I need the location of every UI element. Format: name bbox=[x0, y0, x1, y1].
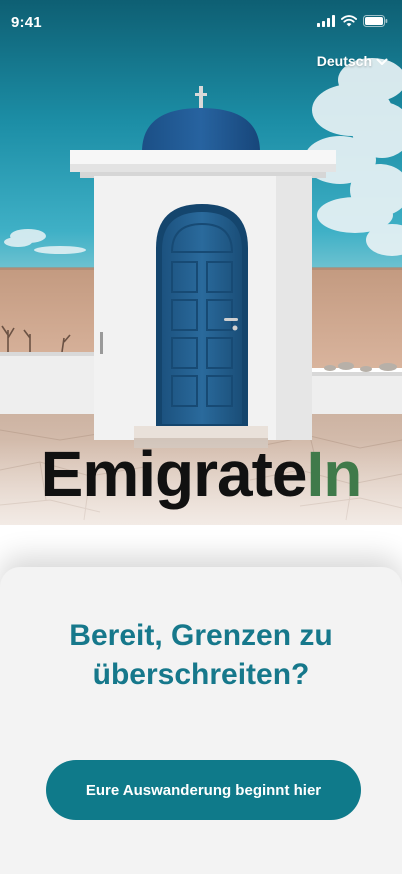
headline-line-1: Bereit, Grenzen zu bbox=[69, 619, 333, 652]
logo-wordmark-main: Emigrate bbox=[40, 438, 308, 510]
app-logo: EmigrateIn bbox=[0, 438, 402, 510]
headline-line-2: überschreiten? bbox=[92, 658, 310, 691]
status-icons bbox=[317, 15, 388, 27]
status-bar: 9:41 bbox=[0, 0, 402, 44]
wifi-icon bbox=[341, 15, 357, 27]
language-selected-label: Deutsch bbox=[316, 53, 372, 69]
welcome-headline: Bereit, Grenzen zu überschreiten? bbox=[24, 616, 378, 694]
start-emigration-button[interactable]: Eure Auswanderung beginnt hier bbox=[46, 760, 361, 820]
language-selector[interactable]: Deutsch bbox=[317, 53, 388, 69]
logo-wordmark-accent: In bbox=[306, 438, 363, 510]
cellular-signal-icon bbox=[317, 15, 335, 27]
battery-icon bbox=[363, 15, 388, 27]
welcome-screen: 9:41 Deutsch EmigrateIn Bereit, Grenzen … bbox=[0, 0, 402, 874]
chevron-down-icon bbox=[376, 58, 388, 66]
status-time: 9:41 bbox=[11, 14, 42, 31]
welcome-sheet: Bereit, Grenzen zu überschreiten? Eure A… bbox=[0, 567, 402, 874]
